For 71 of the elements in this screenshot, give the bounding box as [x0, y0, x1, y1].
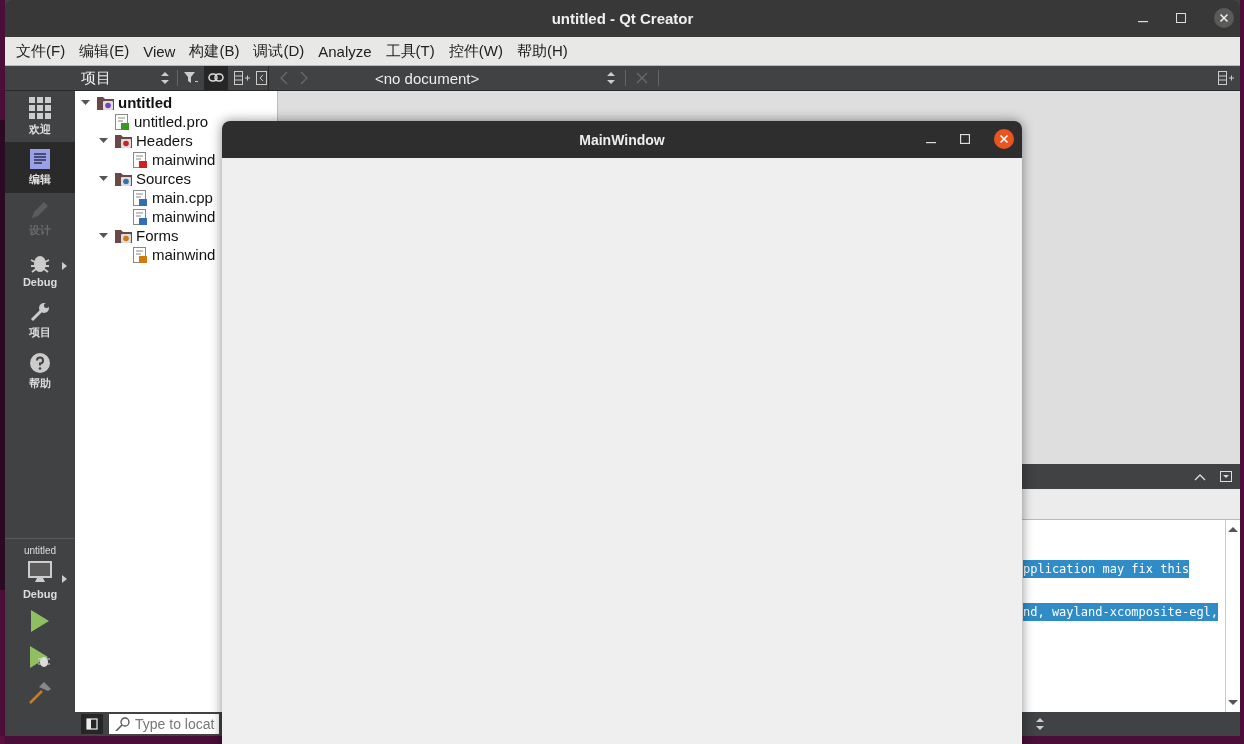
folder-icon: [115, 228, 132, 243]
file-icon: [115, 113, 130, 130]
maximize-icon[interactable]: [960, 134, 970, 144]
expand-arrow-icon[interactable]: [97, 230, 111, 241]
filter-icon[interactable]: [184, 72, 198, 84]
menu-item[interactable]: 构建(B): [184, 41, 249, 61]
window-title: MainWindow: [579, 131, 665, 148]
tree-item[interactable]: Headers: [136, 132, 193, 149]
file-icon: [133, 208, 148, 225]
file-icon: [133, 189, 148, 206]
menu-item[interactable]: View: [138, 42, 185, 60]
tree-item[interactable]: main.cpp: [152, 189, 213, 206]
view-selector[interactable]: 项目: [76, 68, 155, 88]
document-selector[interactable]: <no document>: [375, 69, 597, 87]
close-icon[interactable]: [1214, 8, 1234, 28]
hammer-icon[interactable]: [29, 682, 51, 704]
tree-item[interactable]: Forms: [136, 227, 179, 244]
menu-item[interactable]: 编辑(E): [74, 41, 139, 61]
search-icon: [115, 717, 131, 731]
menu-item[interactable]: 文件(F): [11, 41, 75, 61]
tree-item[interactable]: Sources: [136, 170, 192, 187]
help-icon: [30, 352, 50, 373]
expand-arrow-icon[interactable]: [97, 135, 111, 146]
split-icon[interactable]: [1218, 71, 1234, 85]
minimize-pane-icon[interactable]: [1220, 471, 1232, 482]
tree-item[interactable]: untitled: [118, 94, 173, 111]
mode-button[interactable]: 编辑: [5, 142, 75, 193]
scroll-down-icon[interactable]: [1228, 700, 1238, 706]
menu-item[interactable]: 帮助(H): [511, 41, 577, 61]
expand-arrow-icon: [62, 262, 67, 270]
close-icon[interactable]: [994, 129, 1014, 149]
tree-item[interactable]: mainwind: [152, 151, 216, 168]
wrench-icon: [30, 301, 50, 322]
tree-item[interactable]: mainwind: [152, 208, 216, 225]
grid-icon: [29, 96, 51, 119]
pencil-icon: [30, 199, 50, 220]
expand-arrow-icon: [62, 575, 67, 583]
folder-icon: [115, 171, 132, 186]
maximize-icon[interactable]: [1176, 13, 1186, 23]
folder-icon: [115, 133, 132, 148]
up-down-icon: [607, 72, 615, 84]
caret-up-icon[interactable]: [1194, 472, 1206, 481]
up-down-icon: [161, 72, 169, 84]
mode-button[interactable]: Debug: [5, 244, 75, 295]
menu-item[interactable]: Analyze: [313, 42, 381, 60]
expand-arrow-icon[interactable]: [79, 97, 93, 108]
scroll-up-icon[interactable]: [1228, 526, 1238, 532]
document-icon: [30, 148, 50, 169]
mode-button[interactable]: 欢迎: [5, 91, 75, 142]
scrollbar[interactable]: [1225, 520, 1240, 712]
expand-arrow-icon[interactable]: [97, 173, 111, 184]
menu-item[interactable]: 调试(D): [248, 41, 314, 61]
tree-item[interactable]: mainwind: [152, 246, 216, 263]
folder-icon: [97, 95, 114, 110]
mode-button[interactable]: 帮助: [5, 346, 75, 397]
file-icon: [133, 246, 148, 263]
tree-item[interactable]: untitled.pro: [134, 113, 209, 130]
locator-field[interactable]: Type to locat: [109, 714, 219, 734]
up-down-icon[interactable]: [1036, 718, 1044, 730]
close-sidebar-icon[interactable]: [256, 71, 268, 85]
split-icon[interactable]: [234, 71, 250, 85]
menu-item[interactable]: 工具(T): [380, 41, 444, 61]
link-icon[interactable]: [204, 66, 228, 90]
mode-button[interactable]: 项目: [5, 295, 75, 346]
run-icon[interactable]: [31, 610, 49, 632]
menu-item[interactable]: 控件(W): [443, 41, 512, 61]
toggle-sidebar-icon[interactable]: [81, 714, 103, 734]
window-title: untitled - Qt Creator: [551, 10, 694, 27]
debug-run-icon[interactable]: [30, 646, 50, 668]
file-icon: [133, 151, 148, 168]
monitor-icon: [28, 561, 52, 583]
